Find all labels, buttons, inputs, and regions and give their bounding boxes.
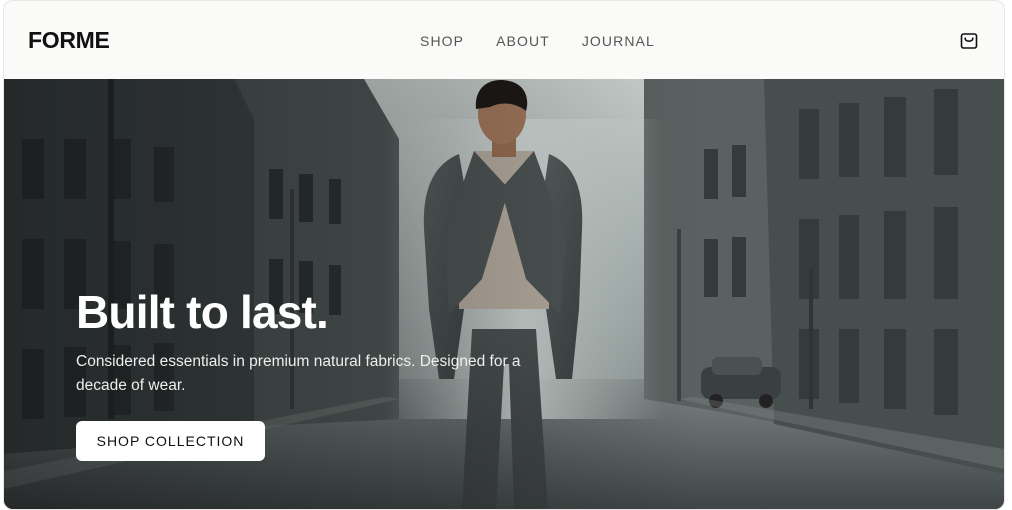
- shop-collection-button[interactable]: SHOP COLLECTION: [76, 421, 265, 461]
- brand-logo[interactable]: FORME: [28, 27, 110, 54]
- nav-shop[interactable]: SHOP: [420, 33, 464, 49]
- nav-about[interactable]: ABOUT: [496, 33, 550, 49]
- hero-banner: Built to last. Considered essentials in …: [4, 79, 1004, 509]
- main-nav: SHOP ABOUT JOURNAL: [420, 33, 655, 49]
- hero-title: Built to last.: [76, 286, 329, 338]
- shopping-bag-icon[interactable]: [958, 29, 980, 51]
- hero-subtitle: Considered essentials in premium natural…: [76, 353, 521, 394]
- nav-journal[interactable]: JOURNAL: [582, 33, 655, 49]
- site-frame: FORME SHOP ABOUT JOURNAL Built to last. …: [3, 0, 1005, 510]
- site-header: FORME SHOP ABOUT JOURNAL: [4, 1, 1004, 79]
